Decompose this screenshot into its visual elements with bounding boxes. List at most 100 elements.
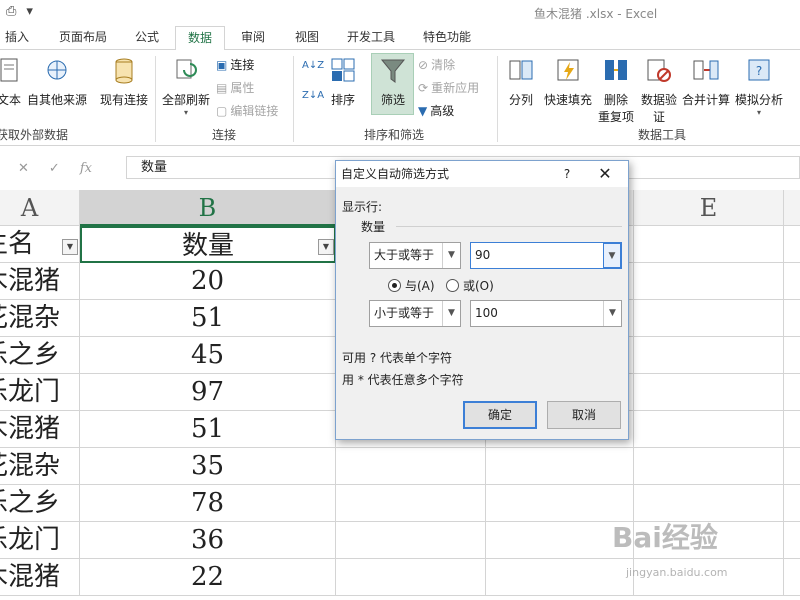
cell[interactable] [486,559,634,596]
condition2-value-input[interactable]: 100 ▼ [470,300,622,327]
cell[interactable] [634,374,784,411]
enter-icon[interactable]: ✓ [49,161,60,176]
tab-data[interactable]: 数据 [175,26,225,51]
group-get-external-data: 获取外部数据 [0,128,69,142]
data-validation-button[interactable]: 数据验 证 [638,56,680,125]
function-icon[interactable]: fx [80,161,92,176]
header-cell-qty[interactable]: 数量 [80,226,336,263]
and-radio[interactable]: 与(A) [388,277,435,294]
cell-qty[interactable]: 51 [80,300,336,337]
chevron-down-icon: ▼ [603,243,621,268]
ribbon: 文本 自其他来源 现有连接 获取外部数据 全部刷新 ▾ ▣ 连接 ▤ 属性 ▢ 编辑链… [0,50,800,146]
sort-az-button[interactable]: A↓Z [302,60,324,71]
edit-link-icon: ▢ [216,103,228,118]
tab-page-layout[interactable]: 页面布局 [52,26,114,50]
cell-name[interactable]: 乐之乡 [0,337,80,374]
cell-qty[interactable]: 35 [80,448,336,485]
radio-selected-icon [388,279,401,292]
chevron-down-icon: ▾ [756,108,761,117]
tab-review[interactable]: 审阅 [234,26,272,50]
cell[interactable] [634,411,784,448]
from-other-sources-button[interactable]: 自其他来源 [25,56,89,108]
cell-name[interactable]: 花混杂 [0,300,80,337]
cell-qty[interactable]: 36 [80,522,336,559]
cell[interactable] [336,448,486,485]
cell[interactable] [634,337,784,374]
cell-name[interactable]: 乐之乡 [0,485,80,522]
formula-buttons: ✕ ✓ fx [18,157,120,179]
window-title: 鱼木混猪 .xlsx - Excel [534,7,658,21]
edit-links-button[interactable]: ▢ 编辑链接 [216,102,278,119]
cell-name[interactable]: 木混猪 [0,263,80,300]
group-separator [293,56,294,142]
sort-button[interactable]: 排序 [326,56,360,108]
cell[interactable] [634,300,784,337]
advanced-filter-button[interactable]: ▼ 高级 [418,102,454,119]
tab-special[interactable]: 特色功能 [416,26,478,50]
or-radio[interactable]: 或(O) [446,277,494,294]
cancel-icon[interactable]: ✕ [18,161,29,176]
sort-za-button[interactable]: Z↓A [302,90,324,101]
cell-name[interactable]: 木混猪 [0,411,80,448]
cell-name[interactable]: 木混猪 [0,559,80,596]
properties-button[interactable]: ▤ 属性 [216,79,254,96]
cell[interactable] [336,485,486,522]
cell-qty[interactable]: 20 [80,263,336,300]
flash-fill-button[interactable]: 快速填充 [542,56,594,108]
watermark-logo: Bai经验 [612,521,718,554]
connections-button[interactable]: ▣ 连接 [216,56,254,73]
title-bar: ⎙ ▾ 鱼木混猪 .xlsx - Excel [0,0,800,26]
tab-developer[interactable]: 开发工具 [340,26,402,50]
cell-name[interactable]: 乐龙门 [0,374,80,411]
customize-qa-icon[interactable]: ▾ [26,4,33,19]
cell-qty[interactable]: 22 [80,559,336,596]
close-button[interactable]: ✕ [592,161,618,187]
column-header-a[interactable]: A [0,190,80,226]
text-to-columns-button[interactable]: 分列 [504,56,538,108]
filter-dropdown-icon[interactable]: ▼ [62,239,78,255]
tab-view[interactable]: 视图 [288,26,326,50]
sort-descending-icon: Z↓A [302,90,325,101]
refresh-all-button[interactable]: 全部刷新 ▾ [160,56,212,117]
cell-name[interactable]: 乐龙门 [0,522,80,559]
preview-icon[interactable]: ⎙ [6,4,16,19]
help-button[interactable]: ? [557,161,577,187]
data-validation-icon [647,59,671,82]
reapply-button[interactable]: ⟳ 重新应用 [418,79,479,96]
group-separator [497,56,498,142]
cell[interactable] [336,559,486,596]
condition1-value-input[interactable]: 90 ▼ [470,242,622,269]
existing-connections-button[interactable]: 现有连接 [97,56,151,108]
group-sort-filter: 排序和筛选 [364,128,425,142]
cancel-button[interactable]: 取消 [547,401,621,429]
cell-qty[interactable]: 97 [80,374,336,411]
link-icon: ▣ [216,57,228,72]
cell[interactable] [634,448,784,485]
column-header-b[interactable]: B [80,190,336,226]
column-header-f[interactable] [784,190,800,226]
from-text-button[interactable]: 文本 [0,56,24,108]
cell-qty[interactable]: 51 [80,411,336,448]
field-label: 数量 [361,220,386,234]
consolidate-button[interactable]: 合并计算 [680,56,732,108]
tab-formulas[interactable]: 公式 [128,26,166,50]
remove-duplicates-button[interactable]: 删除 重复项 [597,56,635,125]
cell-name[interactable]: 花混杂 [0,448,80,485]
tab-insert[interactable]: 插入 [0,26,34,50]
quick-access-toolbar: ⎙ ▾ [6,4,33,19]
filter-dropdown-icon[interactable]: ▼ [318,239,334,255]
ok-button[interactable]: 确定 [463,401,537,429]
condition2-operator-select[interactable]: 小于或等于 ▼ [369,300,461,327]
filter-button[interactable]: 筛选 [373,56,413,108]
what-if-analysis-button[interactable]: ? 模拟分析 ▾ [733,56,785,117]
cell[interactable] [486,448,634,485]
cell[interactable] [336,522,486,559]
cell[interactable] [634,263,784,300]
condition1-operator-select[interactable]: 大于或等于 ▼ [369,242,461,269]
clear-filter-button[interactable]: ⊘ 清除 [418,56,455,73]
show-rows-label: 显示行: [342,200,383,214]
cell-qty[interactable]: 78 [80,485,336,522]
cell-qty[interactable]: 45 [80,337,336,374]
column-header-e[interactable]: E [634,190,784,226]
cell[interactable] [634,226,784,263]
